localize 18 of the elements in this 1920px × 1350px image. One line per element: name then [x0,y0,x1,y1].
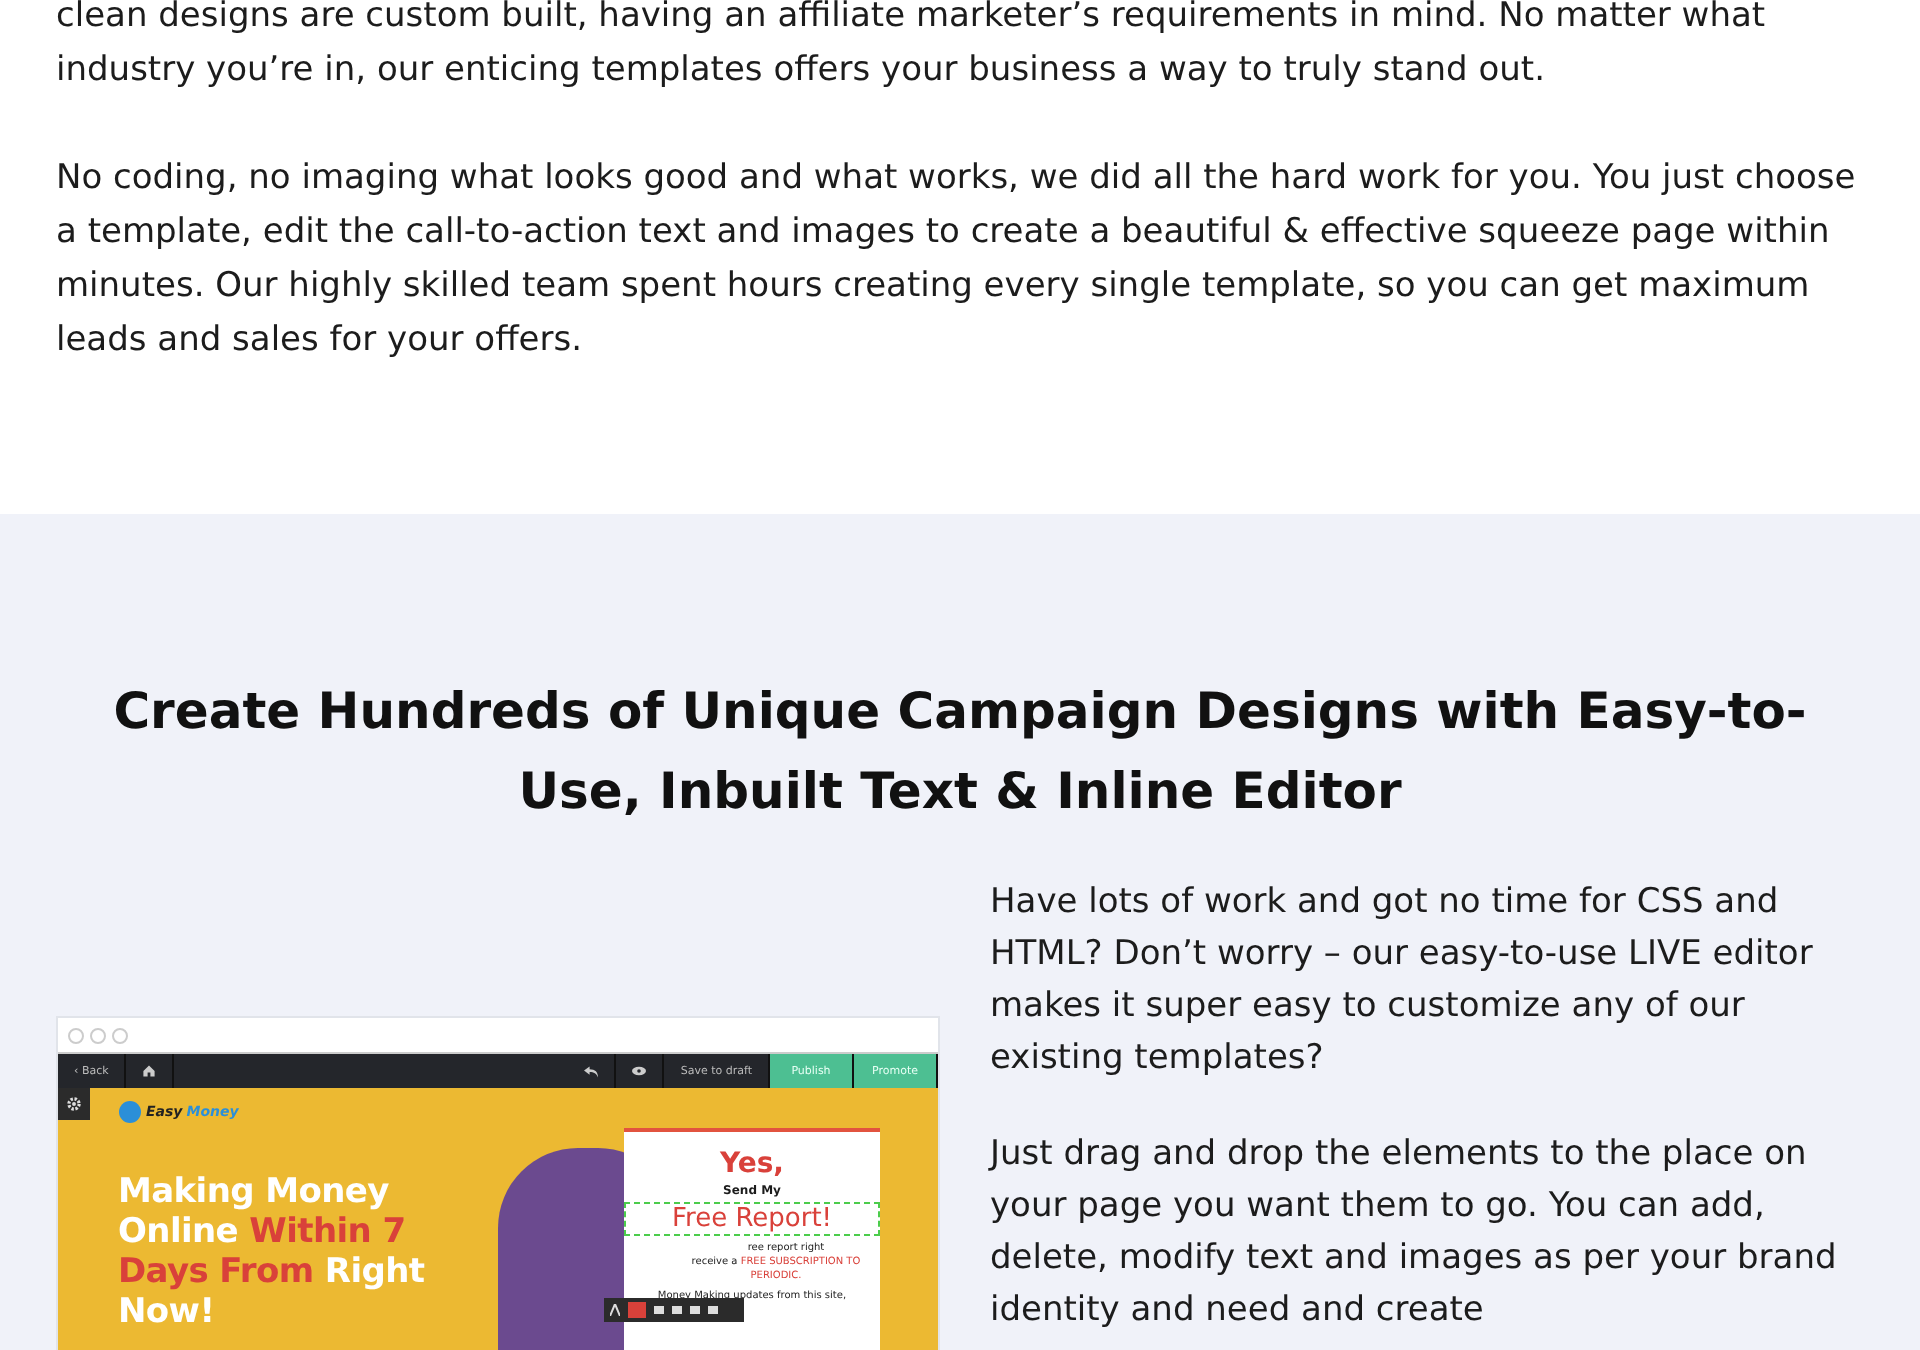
offer-text: Free Report! [624,1202,880,1236]
logo-icon [118,1100,142,1124]
window-dot-icon [68,1027,84,1043]
color-swatch[interactable] [628,1302,646,1318]
paragraph: Have lots of work and got no time for CSS and HTML? Don’t worry – our easy-to-use LIVE editor makes it super easy to customize any of our existing templates? [990,880,1815,1082]
eye-icon [632,1066,647,1076]
paragraph: Just drag and drop the elements to the place on your page you want them to go. You can add, delete, modify text and images as per your brand identity and need and create [990,1132,1839,1334]
home-icon [142,1064,157,1078]
headline-text: Making Money Online Within 7 Days From Right Now! [118,1172,427,1332]
paragraph: No coding, no imaging what looks good and what works, we did all the hard work for you. You just choose a template, edit the call-to-action text and images to create a beautiful & effective squeeze page within minutes. Our highly skilled team spent hours creating every single template, so you can get maximum leads and sales for your offers. [56,156,1858,364]
settings-icon[interactable] [58,1088,90,1120]
undo-icon [584,1065,599,1077]
section-heading: Create Hundreds of Unique Campaign Designs with Easy-to-Use, Inbuilt Text & Inline Editor [111,680,1809,824]
window-dot-icon [112,1027,128,1043]
paragraph: clean designs are custom built, having an affiliate marketer’s requirements in mind. No matter what industry you’re in, our enticing templates offers your business a way to truly stand out. [56,0,1768,94]
card-title: Yes, [720,1148,784,1180]
font-icon[interactable] [610,1304,620,1316]
window-dot-icon [90,1027,106,1043]
